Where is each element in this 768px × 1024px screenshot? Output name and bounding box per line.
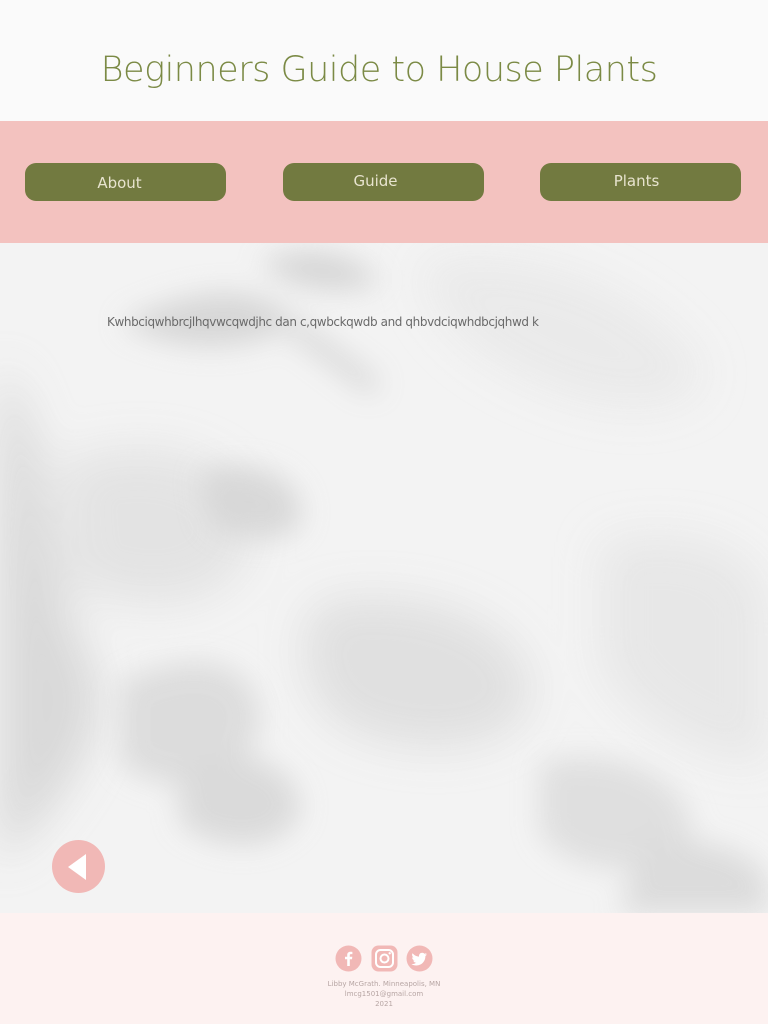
- hero-background-image: [0, 243, 768, 913]
- footer-email: lmcg1501@gmail.com: [344, 990, 424, 998]
- footer-year: 2021: [375, 1000, 393, 1008]
- facebook-icon[interactable]: [335, 945, 362, 972]
- back-button[interactable]: [52, 840, 105, 893]
- nav-plants-button[interactable]: Plants: [540, 163, 741, 201]
- nav-guide-label: Guide: [353, 172, 398, 190]
- instagram-icon[interactable]: [371, 945, 398, 972]
- plant-leaves-illustration: [0, 243, 768, 913]
- nav-about-label: About: [97, 174, 142, 192]
- nav-plants-label: Plants: [613, 172, 660, 190]
- nav-bar: About Guide Plants: [0, 121, 768, 243]
- footer: Libby McGrath. Minneapolis, MN lmcg1501@…: [0, 913, 768, 1024]
- page-title: Beginners Guide to House Plants: [100, 50, 658, 90]
- footer-author-location: Libby McGrath. Minneapolis, MN: [327, 980, 441, 988]
- nav-guide-button[interactable]: Guide: [283, 163, 484, 201]
- nav-about-button[interactable]: About: [25, 163, 226, 201]
- header: Beginners Guide to House Plants: [0, 0, 768, 121]
- back-arrow-icon: [68, 854, 86, 880]
- twitter-icon[interactable]: [406, 945, 433, 972]
- intro-paragraph: Kwhbciqwhbrcjlhqvwcqwdjhc dan c,qwbckqwd…: [107, 315, 539, 329]
